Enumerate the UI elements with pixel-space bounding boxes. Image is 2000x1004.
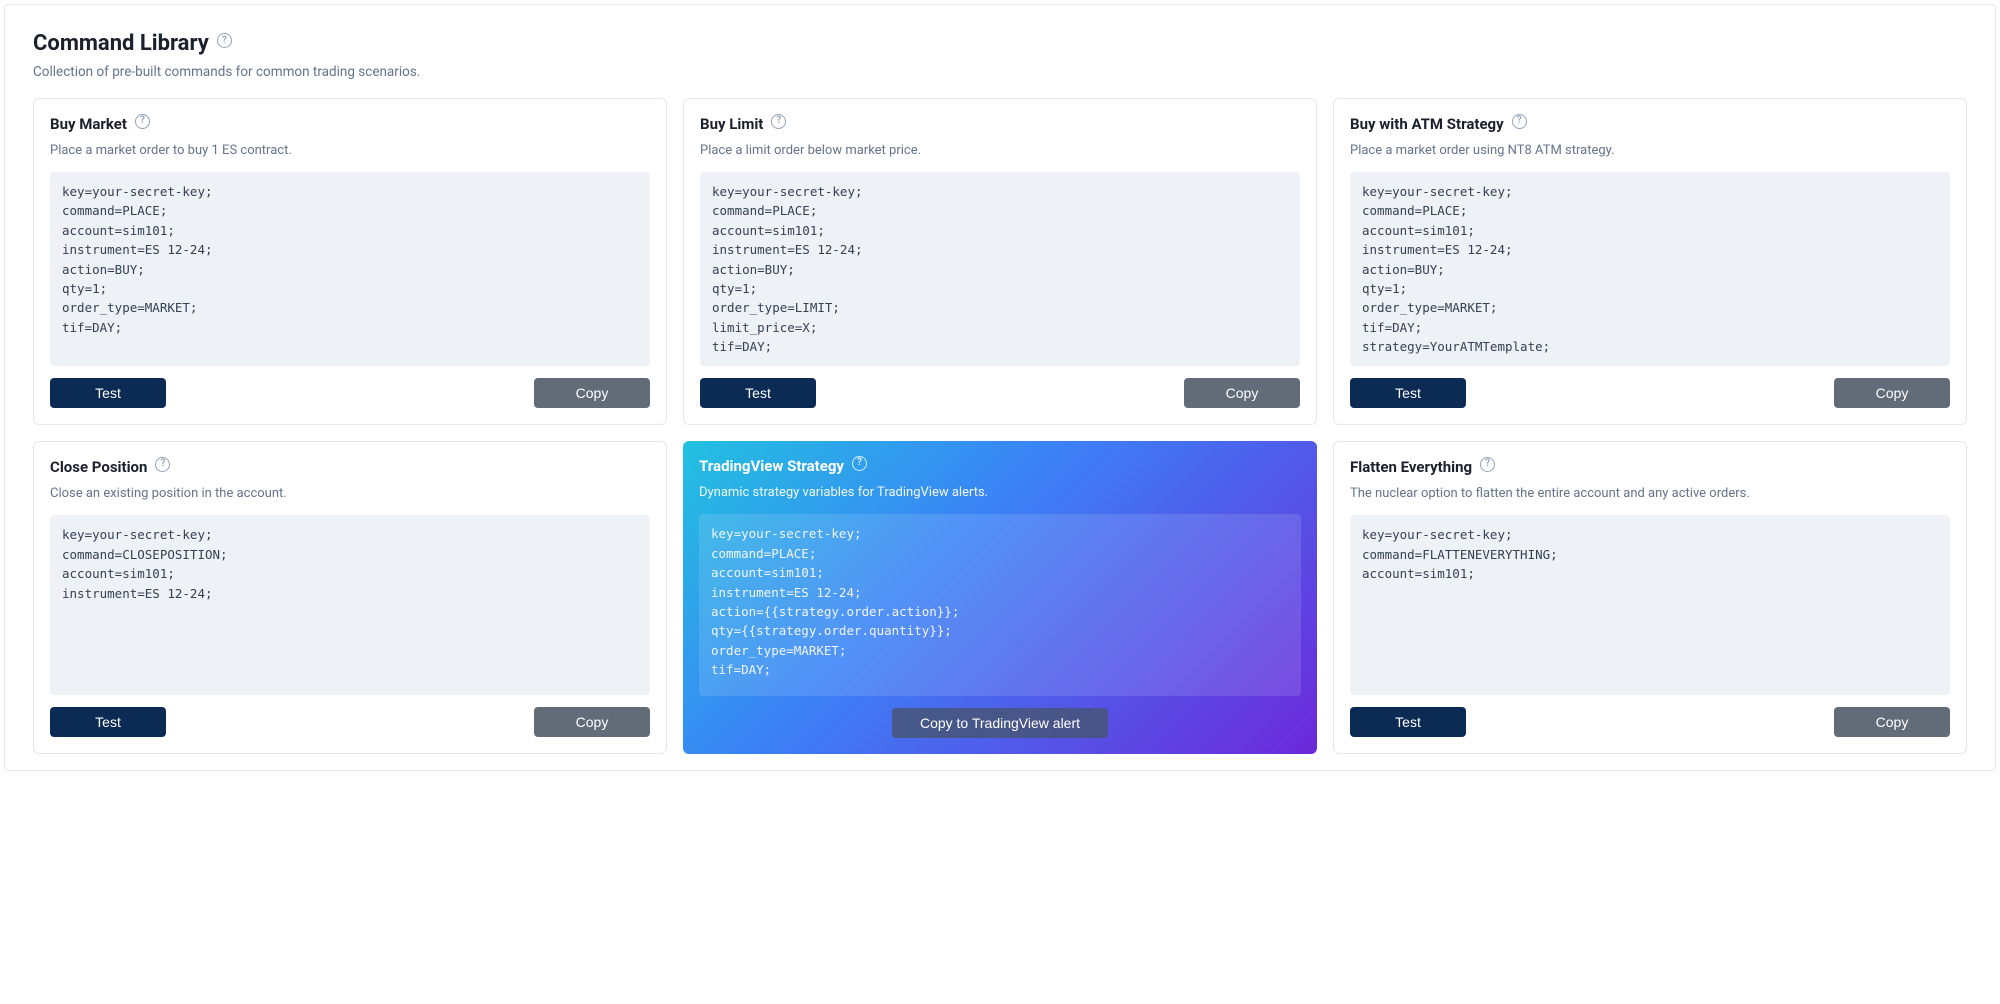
card-description: Place a market order to buy 1 ES contrac… bbox=[50, 143, 650, 158]
card-buy-limit: Buy Limit ? Place a limit order below ma… bbox=[683, 98, 1317, 425]
page-header: Command Library ? Collection of pre-buil… bbox=[33, 31, 1967, 80]
card-actions: Test Copy bbox=[50, 378, 650, 408]
card-title-text: Buy with ATM Strategy bbox=[1350, 115, 1504, 133]
card-title-text: TradingView Strategy bbox=[699, 457, 844, 475]
copy-button[interactable]: Copy bbox=[1834, 707, 1950, 737]
copy-button[interactable]: Copy bbox=[1834, 378, 1950, 408]
card-title-text: Buy Market bbox=[50, 115, 127, 133]
test-button[interactable]: Test bbox=[1350, 707, 1466, 737]
test-button[interactable]: Test bbox=[50, 378, 166, 408]
card-title-text: Close Position bbox=[50, 458, 147, 476]
card-title: Close Position ? bbox=[50, 458, 650, 476]
help-icon[interactable]: ? bbox=[852, 456, 867, 471]
card-flatten-everything: Flatten Everything ? The nuclear option … bbox=[1333, 441, 1967, 754]
card-actions: Test Copy bbox=[700, 378, 1300, 408]
copy-button[interactable]: Copy bbox=[534, 707, 650, 737]
card-title: Flatten Everything ? bbox=[1350, 458, 1950, 476]
code-block[interactable]: key=your-secret-key; command=PLACE; acco… bbox=[1350, 172, 1950, 366]
card-actions: Test Copy bbox=[50, 707, 650, 737]
help-icon[interactable]: ? bbox=[217, 33, 232, 48]
card-description: Place a market order using NT8 ATM strat… bbox=[1350, 143, 1950, 158]
copy-button[interactable]: Copy bbox=[534, 378, 650, 408]
card-tradingview-strategy: TradingView Strategy ? Dynamic strategy … bbox=[683, 441, 1317, 754]
help-icon[interactable]: ? bbox=[155, 457, 170, 472]
card-actions: Test Copy bbox=[1350, 378, 1950, 408]
help-icon[interactable]: ? bbox=[1480, 457, 1495, 472]
page-subtitle: Collection of pre-built commands for com… bbox=[33, 64, 1967, 80]
test-button[interactable]: Test bbox=[1350, 378, 1466, 408]
test-button[interactable]: Test bbox=[700, 378, 816, 408]
card-title: Buy Limit ? bbox=[700, 115, 1300, 133]
card-buy-atm-strategy: Buy with ATM Strategy ? Place a market o… bbox=[1333, 98, 1967, 425]
card-title: Buy Market ? bbox=[50, 115, 650, 133]
card-actions: Copy to TradingView alert bbox=[699, 708, 1301, 738]
copy-tradingview-button[interactable]: Copy to TradingView alert bbox=[892, 708, 1108, 738]
test-button[interactable]: Test bbox=[50, 707, 166, 737]
card-description: The nuclear option to flatten the entire… bbox=[1350, 486, 1950, 501]
card-buy-market: Buy Market ? Place a market order to buy… bbox=[33, 98, 667, 425]
code-block[interactable]: key=your-secret-key; command=CLOSEPOSITI… bbox=[50, 515, 650, 695]
card-title-text: Buy Limit bbox=[700, 115, 763, 133]
help-icon[interactable]: ? bbox=[135, 114, 150, 129]
card-title-text: Flatten Everything bbox=[1350, 458, 1472, 476]
card-description: Dynamic strategy variables for TradingVi… bbox=[699, 485, 1301, 500]
card-title: TradingView Strategy ? bbox=[699, 457, 1301, 475]
help-icon[interactable]: ? bbox=[771, 114, 786, 129]
copy-button[interactable]: Copy bbox=[1184, 378, 1300, 408]
code-block[interactable]: key=your-secret-key; command=PLACE; acco… bbox=[50, 172, 650, 366]
page-title-text: Command Library bbox=[33, 31, 209, 56]
card-close-position: Close Position ? Close an existing posit… bbox=[33, 441, 667, 754]
cards-grid: Buy Market ? Place a market order to buy… bbox=[33, 98, 1967, 754]
command-library-panel: Command Library ? Collection of pre-buil… bbox=[4, 4, 1996, 771]
page-title: Command Library ? bbox=[33, 31, 232, 56]
help-icon[interactable]: ? bbox=[1512, 114, 1527, 129]
card-description: Place a limit order below market price. bbox=[700, 143, 1300, 158]
card-title: Buy with ATM Strategy ? bbox=[1350, 115, 1950, 133]
code-block[interactable]: key=your-secret-key; command=PLACE; acco… bbox=[700, 172, 1300, 366]
card-actions: Test Copy bbox=[1350, 707, 1950, 737]
card-description: Close an existing position in the accoun… bbox=[50, 486, 650, 501]
code-block[interactable]: key=your-secret-key; command=FLATTENEVER… bbox=[1350, 515, 1950, 695]
code-block[interactable]: key=your-secret-key; command=PLACE; acco… bbox=[699, 514, 1301, 696]
